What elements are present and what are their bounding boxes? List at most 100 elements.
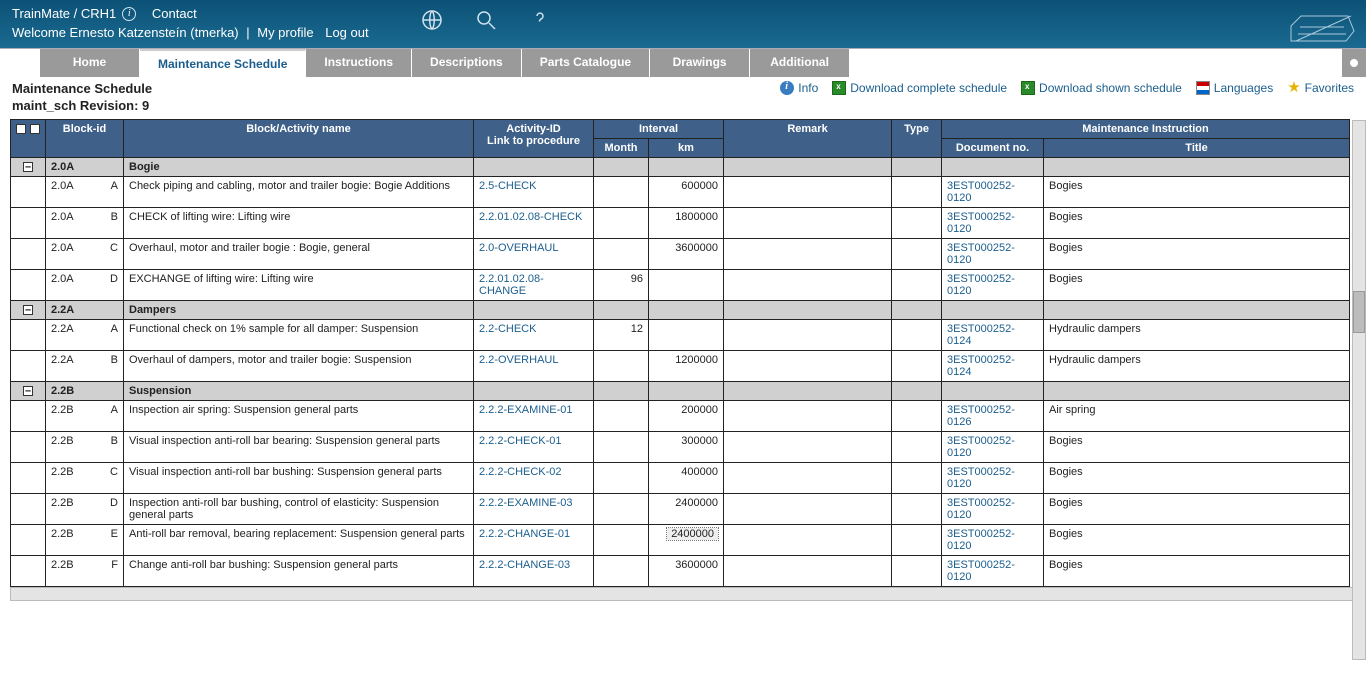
cell-km-selected[interactable]: 2400000 [667, 528, 718, 540]
search-icon[interactable] [474, 8, 498, 35]
favorites-link[interactable]: ★Favorites [1287, 81, 1354, 95]
cell-title: Air spring [1044, 400, 1350, 431]
activity-id-link[interactable]: 2.2.2-CHECK-01 [479, 435, 562, 447]
activity-id-link[interactable]: 2.2-OVERHAUL [479, 354, 558, 366]
brand-link[interactable]: TrainMate / CRH1 [12, 6, 116, 21]
cell-km [649, 269, 724, 300]
cell-km: 400000 [649, 462, 724, 493]
cell-block-id: 2.0AD [46, 269, 124, 300]
table-row: 2.2BDInspection anti-roll bar bushing, c… [11, 493, 1350, 524]
table-row: 2.0ADEXCHANGE of lifting wire: Lifting w… [11, 269, 1350, 300]
cell-km: 2400000 [649, 524, 724, 555]
collapse-icon[interactable]: − [23, 162, 33, 172]
activity-id-link[interactable]: 2.2.2-EXAMINE-03 [479, 497, 573, 509]
expand-all-icon[interactable]: + [16, 124, 26, 134]
excel-icon [1021, 81, 1035, 95]
cell-block-id: 2.0AA [46, 176, 124, 207]
my-profile-link[interactable]: My profile [257, 25, 313, 40]
cell-type [892, 400, 942, 431]
main-tabs: Home Maintenance Schedule Instructions D… [0, 49, 1366, 77]
tab-parts-catalogue[interactable]: Parts Catalogue [522, 49, 650, 77]
vertical-scrollbar[interactable] [1352, 120, 1366, 660]
info-icon[interactable]: i [122, 7, 136, 21]
cell-type [892, 462, 942, 493]
table-row: 2.2ABOverhaul of dampers, motor and trai… [11, 350, 1350, 381]
cell-block-id: 2.0AC [46, 238, 124, 269]
cell-km: 3600000 [649, 238, 724, 269]
cell-remark [724, 462, 892, 493]
activity-id-link[interactable]: 2.5-CHECK [479, 180, 536, 192]
col-type: Type [892, 119, 942, 157]
tab-instructions[interactable]: Instructions [306, 49, 412, 77]
cell-month [594, 524, 649, 555]
tab-descriptions[interactable]: Descriptions [412, 49, 522, 77]
languages-link[interactable]: Languages [1196, 81, 1273, 95]
document-link[interactable]: 3EST000252-0124 [947, 354, 1015, 378]
cell-type [892, 555, 942, 586]
col-km: km [649, 138, 724, 157]
document-link[interactable]: 3EST000252-0120 [947, 435, 1015, 459]
cell-month: 96 [594, 269, 649, 300]
table-row: 2.2BFChange anti-roll bar bushing: Suspe… [11, 555, 1350, 586]
document-link[interactable]: 3EST000252-0126 [947, 404, 1015, 428]
cell-title: Hydraulic dampers [1044, 350, 1350, 381]
group-block-id: 2.2B [46, 381, 124, 400]
page-actions: Info Download complete schedule Download… [780, 81, 1354, 95]
welcome-text: Welcome Ernesto Katzensteín (tmerka) [12, 25, 239, 40]
cell-activity: CHECK of lifting wire: Lifting wire [124, 207, 474, 238]
document-link[interactable]: 3EST000252-0120 [947, 273, 1015, 297]
collapse-all-icon[interactable]: − [30, 124, 40, 134]
help-icon[interactable] [528, 8, 552, 35]
cell-remark [724, 176, 892, 207]
tab-additional[interactable]: Additional [750, 49, 850, 77]
document-link[interactable]: 3EST000252-0120 [947, 559, 1015, 583]
expand-all-header[interactable]: + − [11, 119, 46, 157]
activity-id-link[interactable]: 2.2.2-CHANGE-03 [479, 559, 570, 571]
col-activity-id: Activity-ID Link to procedure [474, 119, 594, 157]
cell-month: 12 [594, 319, 649, 350]
document-link[interactable]: 3EST000252-0120 [947, 497, 1015, 521]
document-link[interactable]: 3EST000252-0124 [947, 323, 1015, 347]
cell-remark [724, 493, 892, 524]
cell-month [594, 176, 649, 207]
cell-remark [724, 350, 892, 381]
activity-id-link[interactable]: 2.2.2-CHECK-02 [479, 466, 562, 478]
top-header: TrainMate / CRH1 i Contact Welcome Ernes… [0, 0, 1366, 49]
col-month: Month [594, 138, 649, 157]
collapse-icon[interactable]: − [23, 386, 33, 396]
activity-id-link[interactable]: 2.0-OVERHAUL [479, 242, 558, 254]
cell-km: 200000 [649, 400, 724, 431]
activity-id-link[interactable]: 2.2-CHECK [479, 323, 536, 335]
logout-link[interactable]: Log out [325, 25, 368, 40]
cell-remark [724, 269, 892, 300]
table-row: 2.0ABCHECK of lifting wire: Lifting wire… [11, 207, 1350, 238]
contact-link[interactable]: Contact [152, 6, 197, 21]
col-maintenance-instruction: Maintenance Instruction [942, 119, 1350, 138]
group-name: Dampers [124, 300, 474, 319]
document-link[interactable]: 3EST000252-0120 [947, 180, 1015, 204]
activity-id-link[interactable]: 2.2.2-EXAMINE-01 [479, 404, 573, 416]
tab-maintenance-schedule[interactable]: Maintenance Schedule [140, 49, 306, 77]
document-link[interactable]: 3EST000252-0120 [947, 466, 1015, 490]
horizontal-scrollbar[interactable] [10, 587, 1356, 601]
activity-id-link[interactable]: 2.2.01.02.08-CHANGE [479, 273, 544, 297]
cell-title: Bogies [1044, 462, 1350, 493]
col-block-id: Block-id [46, 119, 124, 157]
download-complete-link[interactable]: Download complete schedule [832, 81, 1007, 95]
activity-id-link[interactable]: 2.2.01.02.08-CHECK [479, 211, 582, 223]
globe-icon[interactable] [420, 8, 444, 35]
tab-drawings[interactable]: Drawings [650, 49, 750, 77]
activity-id-link[interactable]: 2.2.2-CHANGE-01 [479, 528, 570, 540]
excel-icon [832, 81, 846, 95]
download-shown-link[interactable]: Download shown schedule [1021, 81, 1182, 95]
cell-type [892, 269, 942, 300]
collapse-icon[interactable]: − [23, 305, 33, 315]
document-link[interactable]: 3EST000252-0120 [947, 242, 1015, 266]
cell-block-id: 2.2AA [46, 319, 124, 350]
tab-overflow-button[interactable] [1342, 49, 1366, 77]
tab-home[interactable]: Home [40, 49, 140, 77]
document-link[interactable]: 3EST000252-0120 [947, 211, 1015, 235]
document-link[interactable]: 3EST000252-0120 [947, 528, 1015, 552]
table-row: 2.2AAFunctional check on 1% sample for a… [11, 319, 1350, 350]
info-link[interactable]: Info [780, 81, 818, 95]
